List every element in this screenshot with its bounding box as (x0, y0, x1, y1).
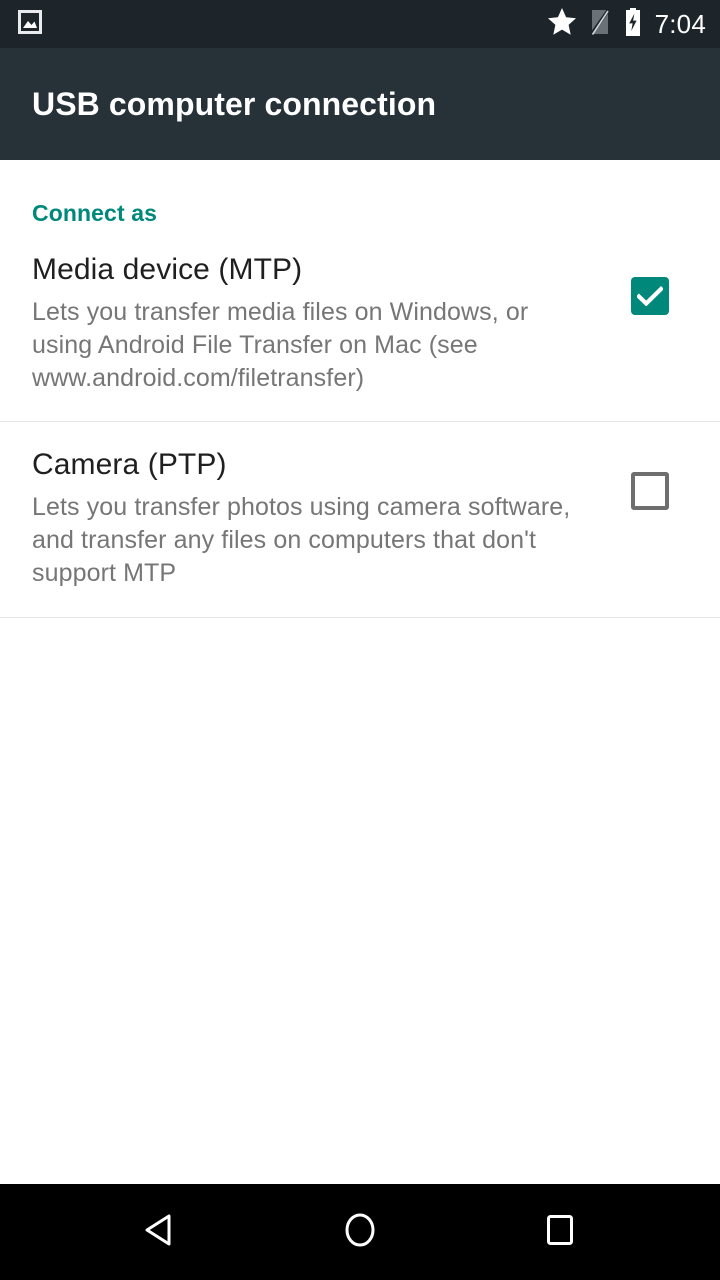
settings-content: Connect as Media device (MTP) Lets you t… (0, 160, 720, 1184)
checkbox-media-device[interactable] (631, 277, 669, 315)
option-summary-camera: Lets you transfer photos using camera so… (32, 492, 571, 588)
option-row-media-device[interactable]: Media device (MTP) Lets you transfer med… (0, 227, 720, 423)
status-bar-notifications (18, 9, 42, 40)
status-bar-clock: 7:04 (654, 8, 706, 39)
option-title-camera: Camera (PTP) (32, 448, 227, 482)
status-bar: 7:04 (0, 0, 720, 48)
status-bar-system-icons: 7:04 (547, 7, 706, 42)
battery-charging-icon (623, 7, 643, 42)
page-title: USB computer connection (32, 85, 437, 122)
phone-screen: 7:04 USB computer connection Connect as … (0, 0, 720, 1280)
recents-button[interactable] (500, 1184, 620, 1280)
star-icon (547, 7, 577, 41)
checkbox-camera[interactable] (631, 472, 669, 511)
square-icon (538, 1208, 582, 1257)
circle-icon (338, 1208, 382, 1257)
image-icon (18, 9, 42, 40)
check-icon (637, 286, 663, 306)
option-text-media-device: Media device (MTP) Lets you transfer med… (32, 253, 612, 395)
back-button[interactable] (100, 1184, 220, 1280)
option-text-camera: Camera (PTP) Lets you transfer photos us… (32, 448, 612, 590)
option-row-camera[interactable]: Camera (PTP) Lets you transfer photos us… (0, 422, 720, 618)
option-summary-media-device: Lets you transfer media files on Windows… (32, 297, 529, 393)
signal-off-icon (588, 7, 611, 42)
navigation-bar (0, 1184, 720, 1280)
checkbox-wrap-media-device[interactable] (612, 253, 688, 315)
option-title-media-device: Media device (MTP) (32, 253, 303, 286)
home-button[interactable] (300, 1184, 420, 1280)
triangle-left-icon (138, 1208, 182, 1257)
section-header-connect-as: Connect as (32, 200, 157, 226)
checkbox-wrap-camera[interactable] (612, 448, 688, 511)
action-bar: USB computer connection (0, 48, 720, 165)
